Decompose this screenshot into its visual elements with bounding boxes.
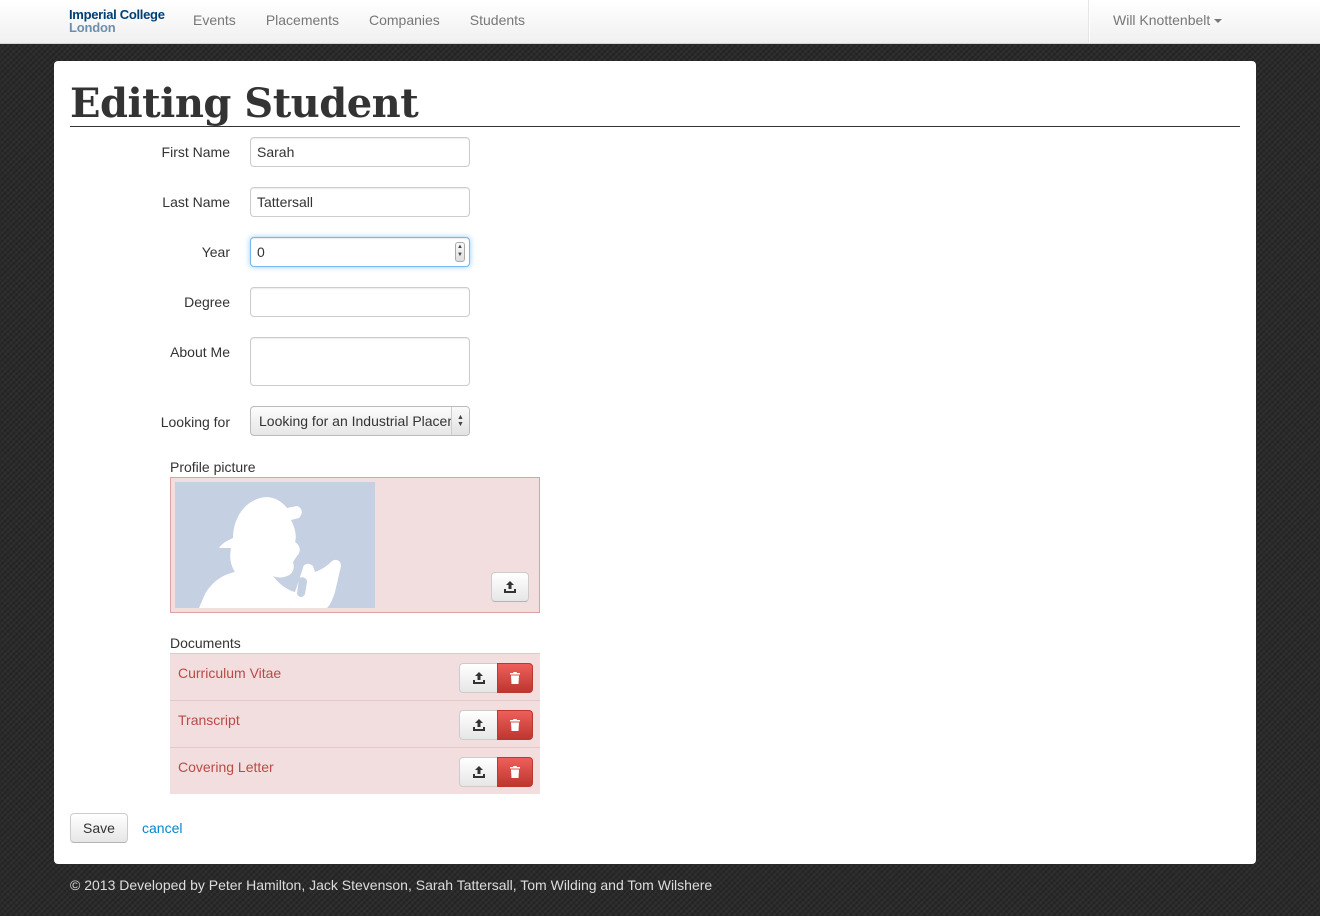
document-name[interactable]: Transcript — [178, 712, 240, 728]
trash-icon — [510, 672, 520, 684]
about-me-textarea[interactable] — [250, 337, 470, 386]
year-spinner[interactable]: ▲ ▼ — [455, 242, 465, 262]
caret-down-icon — [1214, 19, 1223, 24]
user-name: Will Knottenbelt — [1113, 12, 1211, 28]
degree-label: Degree — [184, 294, 230, 310]
delete-document-button[interactable] — [497, 663, 533, 693]
page-title: Editing Student — [70, 81, 1240, 127]
trash-icon — [510, 766, 520, 778]
upload-icon — [472, 672, 485, 684]
brand-logo[interactable]: Imperial College London — [69, 8, 165, 34]
user-menu[interactable]: Will Knottenbelt — [1088, 0, 1320, 43]
profile-picture-box — [170, 477, 540, 613]
last-name-label: Last Name — [162, 194, 230, 210]
upload-document-button[interactable] — [459, 710, 497, 740]
detective-silhouette-icon — [199, 497, 341, 608]
save-button[interactable]: Save — [70, 813, 128, 843]
document-row: Covering Letter — [170, 747, 540, 794]
main-panel: Editing Student First Name Last Name Yea… — [54, 61, 1256, 864]
looking-for-label: Looking for — [160, 414, 230, 430]
document-actions — [459, 663, 533, 693]
year-value: 0 — [257, 244, 265, 260]
cancel-link[interactable]: cancel — [142, 820, 182, 836]
nav-item-students[interactable]: Students — [455, 0, 540, 40]
document-name[interactable]: Curriculum Vitae — [178, 665, 281, 681]
first-name-label: First Name — [161, 144, 230, 160]
profile-picture-label: Profile picture — [170, 459, 256, 475]
delete-document-button[interactable] — [497, 757, 533, 787]
document-actions — [459, 757, 533, 787]
looking-for-select[interactable]: Looking for an Industrial Placement ▲ ▼ — [250, 406, 470, 436]
first-name-input[interactable] — [250, 137, 470, 167]
footer-text: © 2013 Developed by Peter Hamilton, Jack… — [70, 877, 713, 893]
nav-item-events[interactable]: Events — [178, 0, 251, 40]
document-row: Transcript — [170, 700, 540, 747]
nav-item-companies[interactable]: Companies — [354, 0, 455, 40]
top-navbar: Imperial College London Events Placement… — [0, 0, 1320, 44]
document-actions — [459, 710, 533, 740]
trash-icon — [510, 719, 520, 731]
upload-icon — [472, 766, 485, 778]
upload-document-button[interactable] — [459, 663, 497, 693]
upload-icon — [472, 719, 485, 731]
year-label: Year — [201, 244, 230, 260]
looking-for-value: Looking for an Industrial Placement — [259, 413, 470, 429]
about-me-label: About Me — [170, 344, 230, 360]
documents-table: Curriculum Vitae Transcript Covering Let… — [170, 653, 540, 794]
profile-picture-image — [175, 482, 375, 608]
brand-line-2: London — [69, 20, 116, 35]
last-name-input[interactable] — [250, 187, 470, 217]
document-name[interactable]: Covering Letter — [178, 759, 274, 775]
document-row: Curriculum Vitae — [170, 653, 540, 700]
upload-icon — [504, 581, 516, 593]
documents-label: Documents — [170, 635, 241, 651]
main-nav: Events Placements Companies Students — [178, 0, 540, 40]
degree-input[interactable] — [250, 287, 470, 317]
delete-document-button[interactable] — [497, 710, 533, 740]
year-input[interactable]: 0 ▲ ▼ — [250, 237, 470, 267]
select-arrows-icon: ▲ ▼ — [451, 407, 469, 435]
upload-picture-button[interactable] — [491, 572, 529, 602]
nav-item-placements[interactable]: Placements — [251, 0, 354, 40]
upload-document-button[interactable] — [459, 757, 497, 787]
